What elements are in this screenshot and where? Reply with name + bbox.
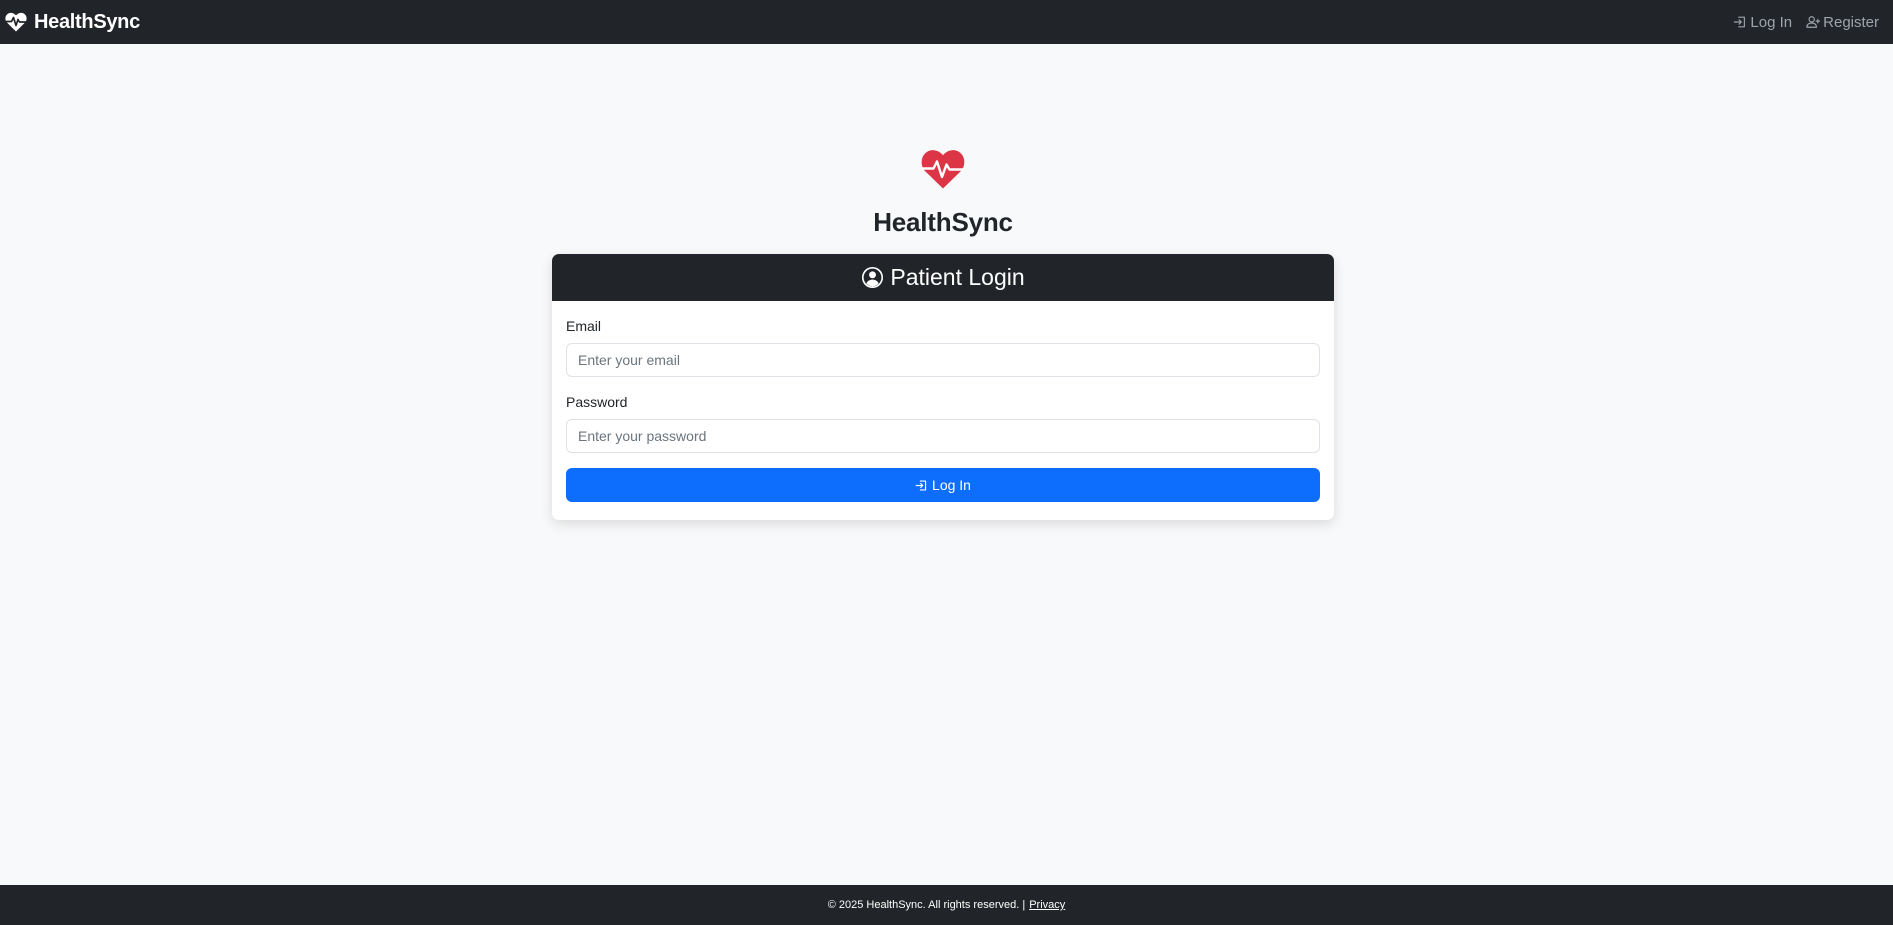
add-user-icon bbox=[1806, 15, 1821, 29]
brand-name: HealthSync bbox=[34, 10, 140, 33]
email-field[interactable] bbox=[566, 343, 1320, 377]
heart-pulse-icon bbox=[920, 147, 966, 190]
main-content: HealthSync Patient Login Email Password bbox=[0, 44, 1893, 885]
page-title: HealthSync bbox=[873, 207, 1013, 237]
nav-register-label: Register bbox=[1823, 13, 1879, 31]
login-icon bbox=[1733, 15, 1747, 29]
login-card-title: Patient Login bbox=[890, 264, 1025, 290]
brand-link[interactable]: HealthSync bbox=[4, 10, 140, 34]
privacy-link[interactable]: Privacy bbox=[1029, 899, 1065, 911]
heart-pulse-icon bbox=[4, 10, 28, 34]
nav-login-label: Log In bbox=[1750, 13, 1793, 31]
user-circle-icon bbox=[861, 266, 884, 289]
login-card-header: Patient Login bbox=[552, 254, 1334, 301]
login-button[interactable]: Log In bbox=[566, 468, 1320, 502]
login-card: Patient Login Email Password Log In bbox=[552, 254, 1334, 520]
top-navbar: HealthSync Log In Register bbox=[0, 0, 1893, 44]
email-label: Email bbox=[566, 318, 602, 334]
footer-copyright: © 2025 HealthSync. All rights reserved. … bbox=[827, 899, 1026, 911]
password-label: Password bbox=[566, 394, 628, 410]
password-field[interactable] bbox=[566, 419, 1320, 453]
nav-register-link[interactable]: Register bbox=[1806, 14, 1879, 31]
login-form: Email Password Log In bbox=[552, 301, 1334, 516]
nav-login-link[interactable]: Log In bbox=[1733, 14, 1792, 31]
nav-links: Log In Register bbox=[1733, 14, 1879, 31]
page-footer: © 2025 HealthSync. All rights reserved. … bbox=[0, 885, 1893, 925]
login-icon bbox=[915, 479, 928, 492]
login-button-label: Log In bbox=[932, 477, 971, 493]
